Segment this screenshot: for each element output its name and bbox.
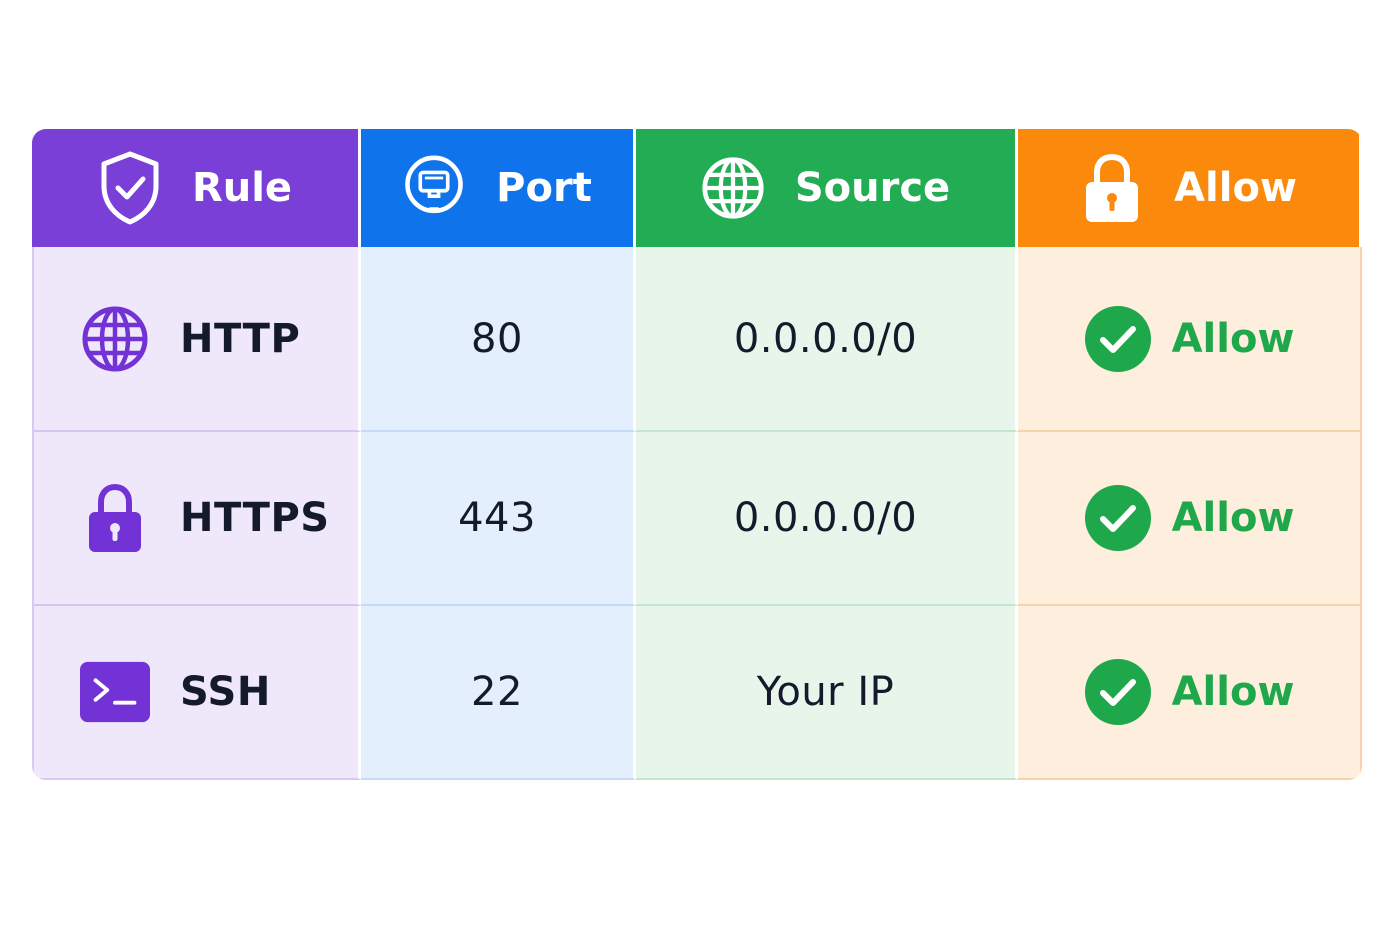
rule-cell-http: HTTP bbox=[32, 247, 361, 432]
port-value: 443 bbox=[458, 495, 536, 541]
header-rule-label: Rule bbox=[191, 165, 293, 211]
firewall-rules-table: Rule Port Source Allow HTTP 80 0.0.0.0/0… bbox=[32, 129, 1362, 780]
allow-cell: Allow bbox=[1018, 432, 1362, 606]
source-value: 0.0.0.0/0 bbox=[733, 495, 918, 541]
header-port-label: Port bbox=[496, 165, 592, 211]
source-cell: Your IP bbox=[636, 606, 1018, 780]
port-cell: 22 bbox=[361, 606, 636, 780]
allow-status: Allow bbox=[1171, 315, 1295, 362]
check-circle-icon bbox=[1084, 659, 1151, 725]
source-cell: 0.0.0.0/0 bbox=[636, 432, 1018, 606]
globe-icon bbox=[701, 150, 765, 226]
check-circle-icon bbox=[1084, 485, 1151, 551]
port-value: 80 bbox=[471, 315, 523, 362]
header-allow-label: Allow bbox=[1174, 165, 1297, 211]
rule-cell-ssh: SSH bbox=[32, 606, 361, 780]
source-value: Your IP bbox=[756, 669, 895, 715]
lock-icon bbox=[1080, 150, 1144, 226]
header-source: Source bbox=[636, 129, 1018, 247]
rule-cell-https: HTTPS bbox=[32, 432, 361, 606]
port-cell: 443 bbox=[361, 432, 636, 606]
allow-status: Allow bbox=[1171, 495, 1295, 541]
allow-status: Allow bbox=[1171, 669, 1295, 715]
header-source-label: Source bbox=[794, 165, 951, 211]
network-port-icon bbox=[402, 150, 466, 226]
port-cell: 80 bbox=[361, 247, 636, 432]
check-circle-icon bbox=[1084, 305, 1151, 372]
rule-name: SSH bbox=[180, 669, 271, 715]
rule-name: HTTPS bbox=[180, 495, 330, 541]
allow-cell: Allow bbox=[1018, 606, 1362, 780]
shield-check-icon bbox=[98, 150, 162, 226]
port-value: 22 bbox=[471, 669, 523, 715]
globe-icon bbox=[80, 304, 150, 374]
rule-name: HTTP bbox=[180, 315, 301, 362]
header-allow: Allow bbox=[1018, 129, 1362, 247]
terminal-icon bbox=[80, 657, 150, 727]
allow-cell: Allow bbox=[1018, 247, 1362, 432]
source-value: 0.0.0.0/0 bbox=[733, 315, 918, 362]
header-port: Port bbox=[361, 129, 636, 247]
lock-icon bbox=[80, 483, 150, 553]
header-rule: Rule bbox=[32, 129, 361, 247]
source-cell: 0.0.0.0/0 bbox=[636, 247, 1018, 432]
